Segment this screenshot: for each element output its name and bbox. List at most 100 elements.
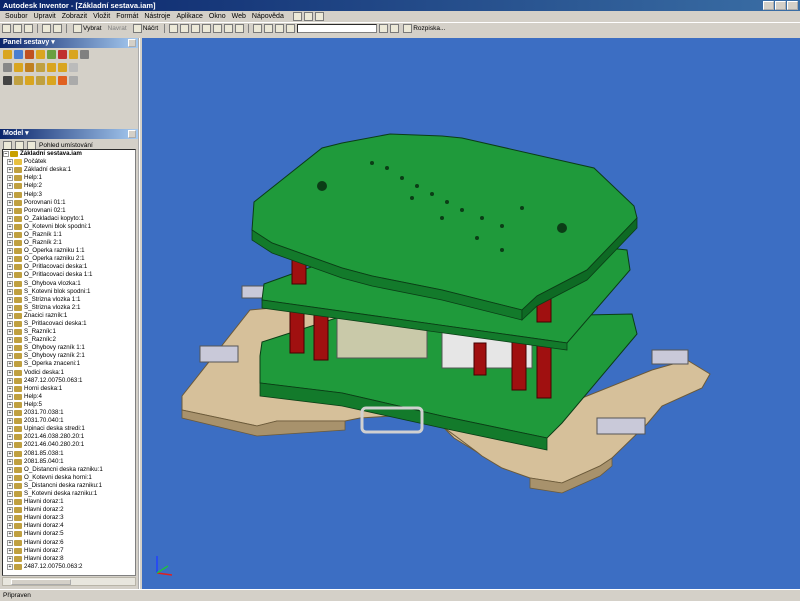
tree-item[interactable]: +2081.85.040:1	[3, 458, 135, 466]
expand-icon[interactable]: +	[7, 410, 13, 417]
tree-item[interactable]: + S_Strizna vlozka 2:1	[3, 304, 135, 312]
tree-item[interactable]: + Hlavni doraz:1	[3, 498, 135, 506]
expand-icon[interactable]: +	[7, 199, 13, 206]
tree-item[interactable]: + Znacici razník:1	[3, 312, 135, 320]
expand-icon[interactable]: +	[7, 183, 13, 190]
tree-item[interactable]: + O_Operka razniku 2:1	[3, 255, 135, 263]
expand-icon[interactable]: +	[7, 345, 13, 352]
undo-icon[interactable]	[42, 23, 51, 33]
tree-item[interactable]: + S_Razník:2	[3, 336, 135, 344]
expand-icon[interactable]: +	[7, 288, 13, 295]
menu-item[interactable]: Soubor	[2, 11, 31, 22]
menu-item[interactable]: Aplikace	[173, 11, 205, 22]
tree-item[interactable]: + Hlavni doraz:5	[3, 530, 135, 538]
style-combo[interactable]	[297, 23, 378, 33]
menu-item[interactable]: Zobrazit	[59, 11, 90, 22]
tree-item[interactable]: + O_Zakladaci kopyto:1	[3, 215, 135, 223]
work-plane-icon[interactable]	[25, 63, 34, 72]
ucs-icon[interactable]	[58, 63, 67, 72]
section-view-icon[interactable]	[80, 50, 89, 59]
expand-icon[interactable]: +	[7, 458, 13, 465]
expand-icon[interactable]: +	[7, 555, 13, 562]
extrude-icon[interactable]	[69, 63, 78, 72]
graphics-viewport[interactable]	[142, 38, 800, 589]
expand-icon[interactable]: +	[7, 215, 13, 222]
tree-item[interactable]: + S_Operka znaceni:1	[3, 360, 135, 368]
expand-icon[interactable]: +	[7, 531, 13, 538]
expand-icon[interactable]: +	[7, 264, 13, 271]
pan-icon[interactable]	[202, 23, 212, 33]
scrollbar-thumb[interactable]	[11, 579, 71, 585]
menu-item[interactable]: Vložit	[90, 11, 113, 22]
tree-item[interactable]: + Vodici deska:1	[3, 369, 135, 377]
expand-icon[interactable]: +	[7, 329, 13, 336]
horizontal-scrollbar[interactable]	[2, 577, 136, 586]
expand-icon[interactable]: +	[7, 434, 13, 441]
grid-icon[interactable]	[303, 12, 313, 21]
browser-tree[interactable]: − Základní sestava.iam + Počátek + Základní d…	[2, 149, 136, 576]
star-icon[interactable]	[58, 76, 67, 85]
place-component-icon[interactable]	[3, 50, 12, 59]
expand-icon[interactable]: +	[7, 312, 13, 319]
assembly-model-view[interactable]	[142, 38, 800, 589]
tree-item[interactable]: + Hlavni doraz:8	[3, 555, 135, 563]
tree-item[interactable]: + O_Distancni deska razniku:1	[3, 466, 135, 474]
menu-item[interactable]: Okno	[206, 11, 229, 22]
tree-item[interactable]: + Horni deska:1	[3, 385, 135, 393]
tree-item[interactable]: + Help:1	[3, 174, 135, 182]
expand-icon[interactable]: +	[7, 159, 13, 166]
tree-item[interactable]: + Upinaci deska stredi:1	[3, 425, 135, 433]
expand-icon[interactable]: +	[7, 369, 13, 376]
tree-item[interactable]: +2021.46.038.280.20:1	[3, 433, 135, 441]
bom-button[interactable]: Rozpiska...	[401, 23, 447, 33]
zoom-icon[interactable]	[191, 23, 201, 33]
create-component-icon[interactable]	[14, 50, 23, 59]
redo-icon[interactable]	[53, 23, 62, 33]
guide-pillar-5[interactable]	[473, 342, 487, 376]
expand-icon[interactable]: +	[7, 353, 13, 360]
close-icon[interactable]	[128, 39, 136, 47]
plus-icon[interactable]	[314, 12, 324, 21]
clamp-block-left[interactable]	[199, 345, 239, 363]
tree-item[interactable]: + Základní deska:1	[3, 166, 135, 174]
expand-icon[interactable]: +	[7, 466, 13, 473]
tree-item[interactable]: + S_Kotevni blok spodni:1	[3, 288, 135, 296]
tree-item[interactable]: + O_Razník 2:1	[3, 239, 135, 247]
orbit-icon[interactable]	[224, 23, 234, 33]
tree-item[interactable]: +2031.70.040:1	[3, 417, 135, 425]
expand-icon[interactable]: +	[7, 539, 13, 546]
select-button[interactable]: Vybrat	[71, 23, 104, 33]
close-button[interactable]	[787, 1, 798, 10]
tree-item[interactable]: + Hlavni doraz:2	[3, 506, 135, 514]
expand-icon[interactable]: +	[7, 296, 13, 303]
look-at-icon[interactable]	[235, 23, 245, 33]
move-icon[interactable]	[58, 50, 67, 59]
rotate-icon[interactable]	[69, 50, 78, 59]
constraint-icon[interactable]	[36, 50, 45, 59]
expand-icon[interactable]: +	[7, 418, 13, 425]
zoom-selected-icon[interactable]	[213, 23, 223, 33]
point-icon[interactable]	[14, 76, 23, 85]
replace-icon[interactable]	[47, 50, 56, 59]
expand-icon[interactable]: +	[7, 442, 13, 449]
tree-item[interactable]: + Help:2	[3, 182, 135, 190]
parameters-icon[interactable]	[3, 76, 12, 85]
minimize-button[interactable]	[763, 1, 774, 10]
shadow-icon[interactable]	[264, 23, 274, 33]
expand-icon[interactable]: +	[7, 167, 13, 174]
help-icon[interactable]	[292, 12, 302, 21]
model-header[interactable]: Model ▾	[0, 129, 138, 139]
sketch-button[interactable]: Náčrt	[131, 23, 161, 33]
expand-icon[interactable]: +	[7, 515, 13, 522]
tree-item[interactable]: + Hlavni doraz:4	[3, 522, 135, 530]
tree-item[interactable]: +2487.12.00750.063:2	[3, 563, 135, 571]
zoom-window-icon[interactable]	[180, 23, 190, 33]
expand-icon[interactable]: +	[7, 474, 13, 481]
tree-item[interactable]: + S_Ohybovy razník 2:1	[3, 352, 135, 360]
plane-icon[interactable]	[36, 76, 45, 85]
color-icon[interactable]	[390, 23, 400, 33]
snowflake-icon[interactable]	[69, 76, 78, 85]
expand-icon[interactable]: +	[7, 240, 13, 247]
expand-icon[interactable]: +	[7, 256, 13, 263]
tree-item[interactable]: + S_Kotevni deska razniku:1	[3, 490, 135, 498]
